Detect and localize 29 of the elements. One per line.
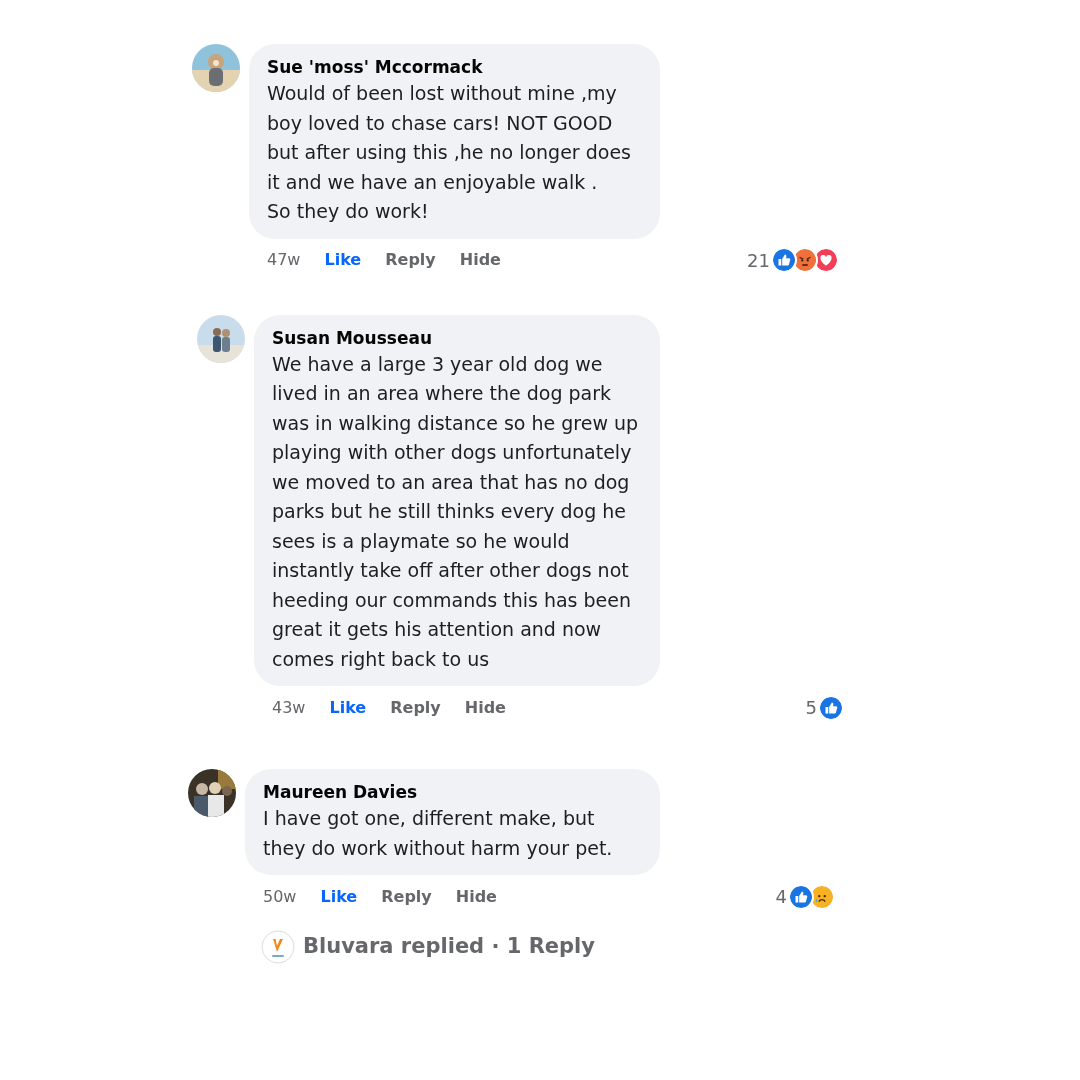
like-reaction-icon <box>788 883 814 910</box>
author-name[interactable]: Sue 'moss' Mccormack <box>267 55 642 79</box>
sad-face-icon <box>809 883 835 910</box>
comment-text: I have got one, different make, but they do work without harm your pet. <box>263 806 614 861</box>
heart-reaction-icon <box>813 247 839 273</box>
reaction-count[interactable]: 4 <box>775 883 787 910</box>
comment-text: We have a large 3 year old dog we lived in an area where the dog park was in walking distance so he grew up playing with other dogs unfortunately we moved to an area that has no dog parks but he still thinks every dog he sees is a playmate so he would instantly take off after other dogs not heeding our commands this has been great it gets his attention and now comes right back to us <box>272 351 640 672</box>
like-reaction-icon <box>818 694 844 721</box>
reaction-count[interactable]: 5 <box>805 694 817 721</box>
action-link[interactable]: Reply <box>390 695 441 720</box>
author-name[interactable]: Maureen Davies <box>263 780 642 804</box>
action-link[interactable]: Hide <box>455 884 497 909</box>
timestamp[interactable]: 47w <box>267 248 301 272</box>
action-link[interactable]: Like <box>324 248 362 272</box>
action-link[interactable]: Hide <box>459 248 501 272</box>
replies-link[interactable]: Bluvara replied · 1 Reply <box>303 931 595 963</box>
comment-text: Would of been lost without mine ,my boy loved to chase cars! NOT GOOD but after using this ,he no longer does it and we have an enjoyable walk . So they do work! <box>267 81 632 224</box>
action-link[interactable]: Like <box>320 884 358 909</box>
page-logo-icon <box>261 930 295 964</box>
action-link[interactable]: Reply <box>385 248 436 272</box>
timestamp[interactable]: 43w <box>272 695 306 720</box>
angry-face-icon <box>792 247 818 273</box>
action-link[interactable]: Reply <box>381 884 432 909</box>
author-name[interactable]: Susan Mousseau <box>272 325 642 350</box>
timestamp[interactable]: 50w <box>263 884 297 909</box>
reaction-count[interactable]: 21 <box>747 246 770 274</box>
action-link[interactable]: Hide <box>464 695 506 720</box>
like-reaction-icon <box>771 247 797 273</box>
action-link[interactable]: Like <box>329 695 367 720</box>
